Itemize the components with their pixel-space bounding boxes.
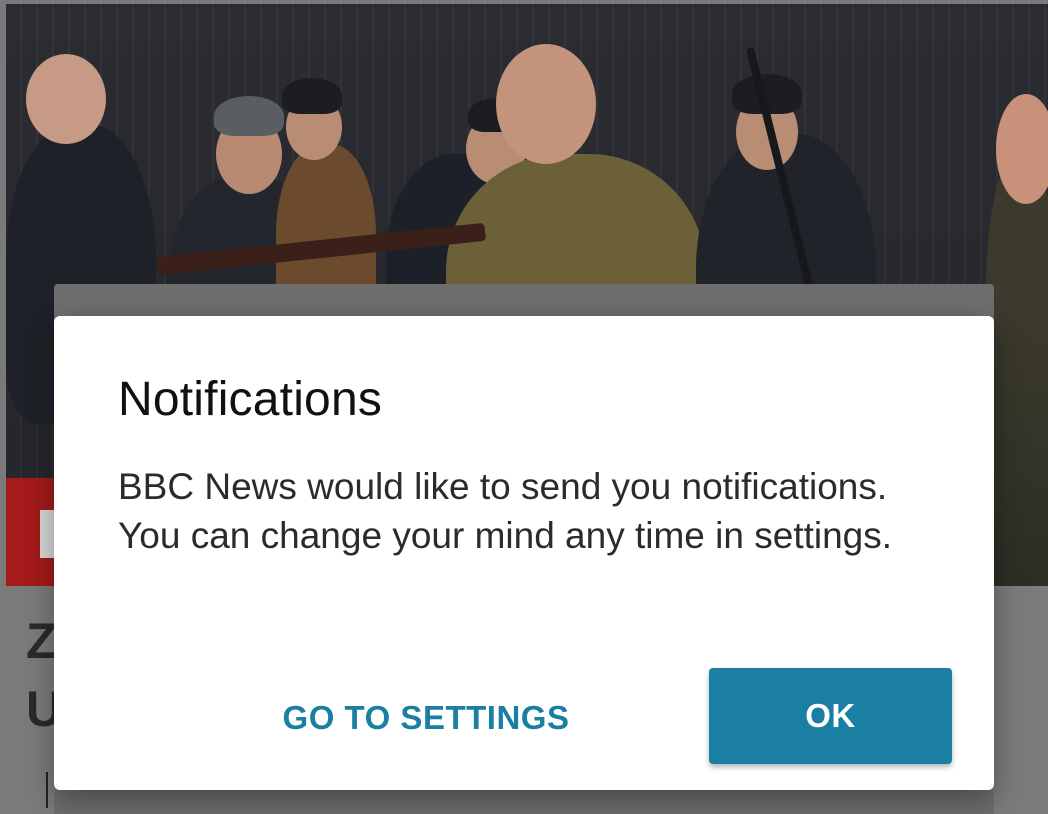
dialog-title: Notifications bbox=[118, 373, 383, 426]
dialog-message: BBC News would like to send you notifica… bbox=[118, 466, 893, 556]
go-to-settings-button[interactable]: GO TO SETTINGS bbox=[268, 676, 584, 760]
ok-button[interactable]: OK bbox=[709, 668, 952, 764]
notifications-dialog: Notifications BBC News would like to sen… bbox=[54, 316, 994, 790]
app-screen: Z U Notifications BBC News would like to… bbox=[0, 0, 1048, 814]
